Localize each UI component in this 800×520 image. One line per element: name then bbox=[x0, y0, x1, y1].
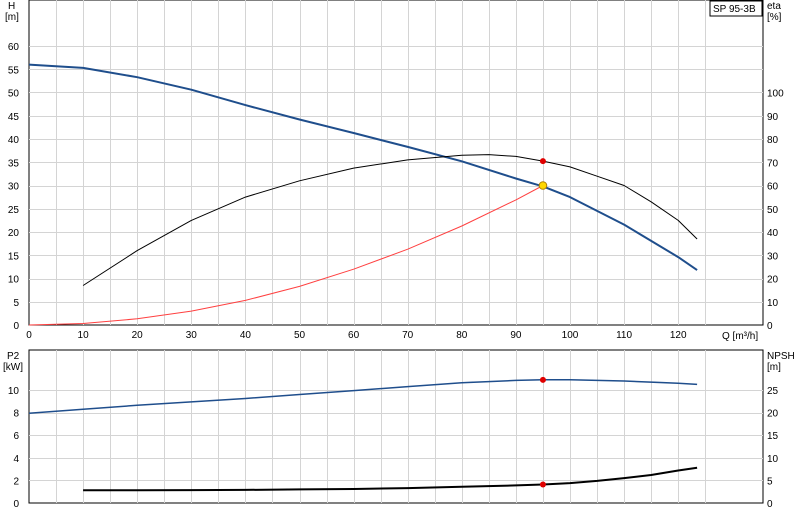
upper-right-axis-title-line2: [%] bbox=[767, 12, 782, 23]
lower-left-axis-title-line1: P2 bbox=[7, 351, 20, 362]
x-tick-label: 60 bbox=[348, 330, 360, 341]
efficiency-duty-marker bbox=[539, 158, 546, 165]
lower-right-tick-label: 20 bbox=[767, 409, 779, 420]
x-tick-label: 120 bbox=[670, 330, 687, 341]
upper-left-tick-label: 15 bbox=[8, 251, 20, 262]
npsh-duty-marker bbox=[539, 481, 546, 488]
lower-left-tick-label: 6 bbox=[13, 431, 19, 442]
pump-performance-chart: 0 10 20 30 40 50 60 70 80 90 100 110 120051015202530… bbox=[3, 0, 795, 510]
model-label: SP 95-3B bbox=[713, 4, 756, 15]
upper-left-tick-label: 55 bbox=[8, 65, 20, 76]
x-tick-label: 30 bbox=[186, 330, 198, 341]
upper-right-tick-label: 20 bbox=[767, 275, 779, 286]
upper-right-tick-label: 10 bbox=[767, 298, 779, 309]
x-tick-label: 50 bbox=[294, 330, 306, 341]
lower-right-tick-label: 25 bbox=[767, 386, 779, 397]
lower-left-axis-title-line2: [kW] bbox=[3, 362, 23, 373]
upper-right-tick-label: 90 bbox=[767, 112, 779, 123]
lower-left-tick-label: 8 bbox=[13, 409, 19, 420]
lower-left-tick-label: 0 bbox=[13, 499, 19, 510]
x-tick-label: 80 bbox=[456, 330, 468, 341]
x-tick-label: 40 bbox=[240, 330, 252, 341]
upper-left-axis-title-line2: [m] bbox=[5, 12, 19, 23]
lower-right-axis-title-line2: [m] bbox=[767, 362, 781, 373]
upper-left-tick-label: 60 bbox=[8, 42, 20, 53]
lower-right-tick-label: 15 bbox=[767, 431, 779, 442]
lower-left-tick-label: 10 bbox=[8, 386, 20, 397]
x-tick-label: 110 bbox=[616, 330, 632, 341]
lower-right-tick-label: 10 bbox=[767, 454, 779, 465]
x-tick-label: 10 bbox=[78, 330, 90, 341]
upper-left-tick-label: 0 bbox=[13, 321, 19, 332]
x-tick-label: 100 bbox=[562, 330, 579, 341]
upper-right-tick-label: 80 bbox=[767, 135, 779, 146]
upper-left-axis-title-line1: H bbox=[8, 1, 15, 12]
x-tick-label: 20 bbox=[132, 330, 144, 341]
upper-left-tick-label: 30 bbox=[8, 182, 20, 193]
power-duty-marker bbox=[539, 376, 546, 383]
upper-right-tick-label: 70 bbox=[767, 158, 779, 169]
upper-left-tick-label: 10 bbox=[8, 275, 20, 286]
upper-right-tick-label: 40 bbox=[767, 228, 779, 239]
lower-right-tick-label: 0 bbox=[767, 499, 773, 510]
upper-right-tick-label: 0 bbox=[767, 321, 773, 332]
upper-right-axis-title-line1: eta bbox=[767, 1, 781, 12]
upper-right-tick-label: 100 bbox=[767, 89, 784, 100]
duty-point-marker bbox=[538, 181, 548, 190]
upper-left-tick-label: 40 bbox=[8, 135, 20, 146]
upper-panel: 0 10 20 30 40 50 60 70 80 90 100 110 120051015202530… bbox=[5, 0, 784, 342]
lower-left-tick-label: 2 bbox=[13, 476, 19, 487]
upper-right-tick-label: 50 bbox=[767, 205, 779, 216]
x-axis-title: Q [m³/h] bbox=[722, 331, 758, 342]
upper-left-tick-label: 50 bbox=[8, 89, 20, 100]
x-tick-label: 70 bbox=[402, 330, 414, 341]
upper-left-tick-label: 5 bbox=[13, 298, 19, 309]
lower-right-tick-label: 5 bbox=[767, 476, 773, 487]
upper-right-tick-label: 30 bbox=[767, 251, 779, 262]
x-tick-label: 0 bbox=[26, 330, 32, 341]
lower-left-tick-label: 4 bbox=[13, 454, 19, 465]
upper-left-tick-label: 25 bbox=[8, 205, 20, 216]
upper-left-tick-label: 35 bbox=[8, 158, 20, 169]
x-tick-label: 90 bbox=[510, 330, 522, 341]
lower-right-axis-title-line1: NPSH bbox=[767, 351, 795, 362]
lower-panel: 0 2 4 6 8 10 0 5 10 15 20 25 P2 [kW] NPSH [m] bbox=[3, 349, 795, 510]
upper-left-tick-label: 20 bbox=[8, 228, 20, 239]
upper-left-tick-label: 45 bbox=[8, 112, 20, 123]
upper-right-tick-label: 60 bbox=[767, 182, 779, 193]
